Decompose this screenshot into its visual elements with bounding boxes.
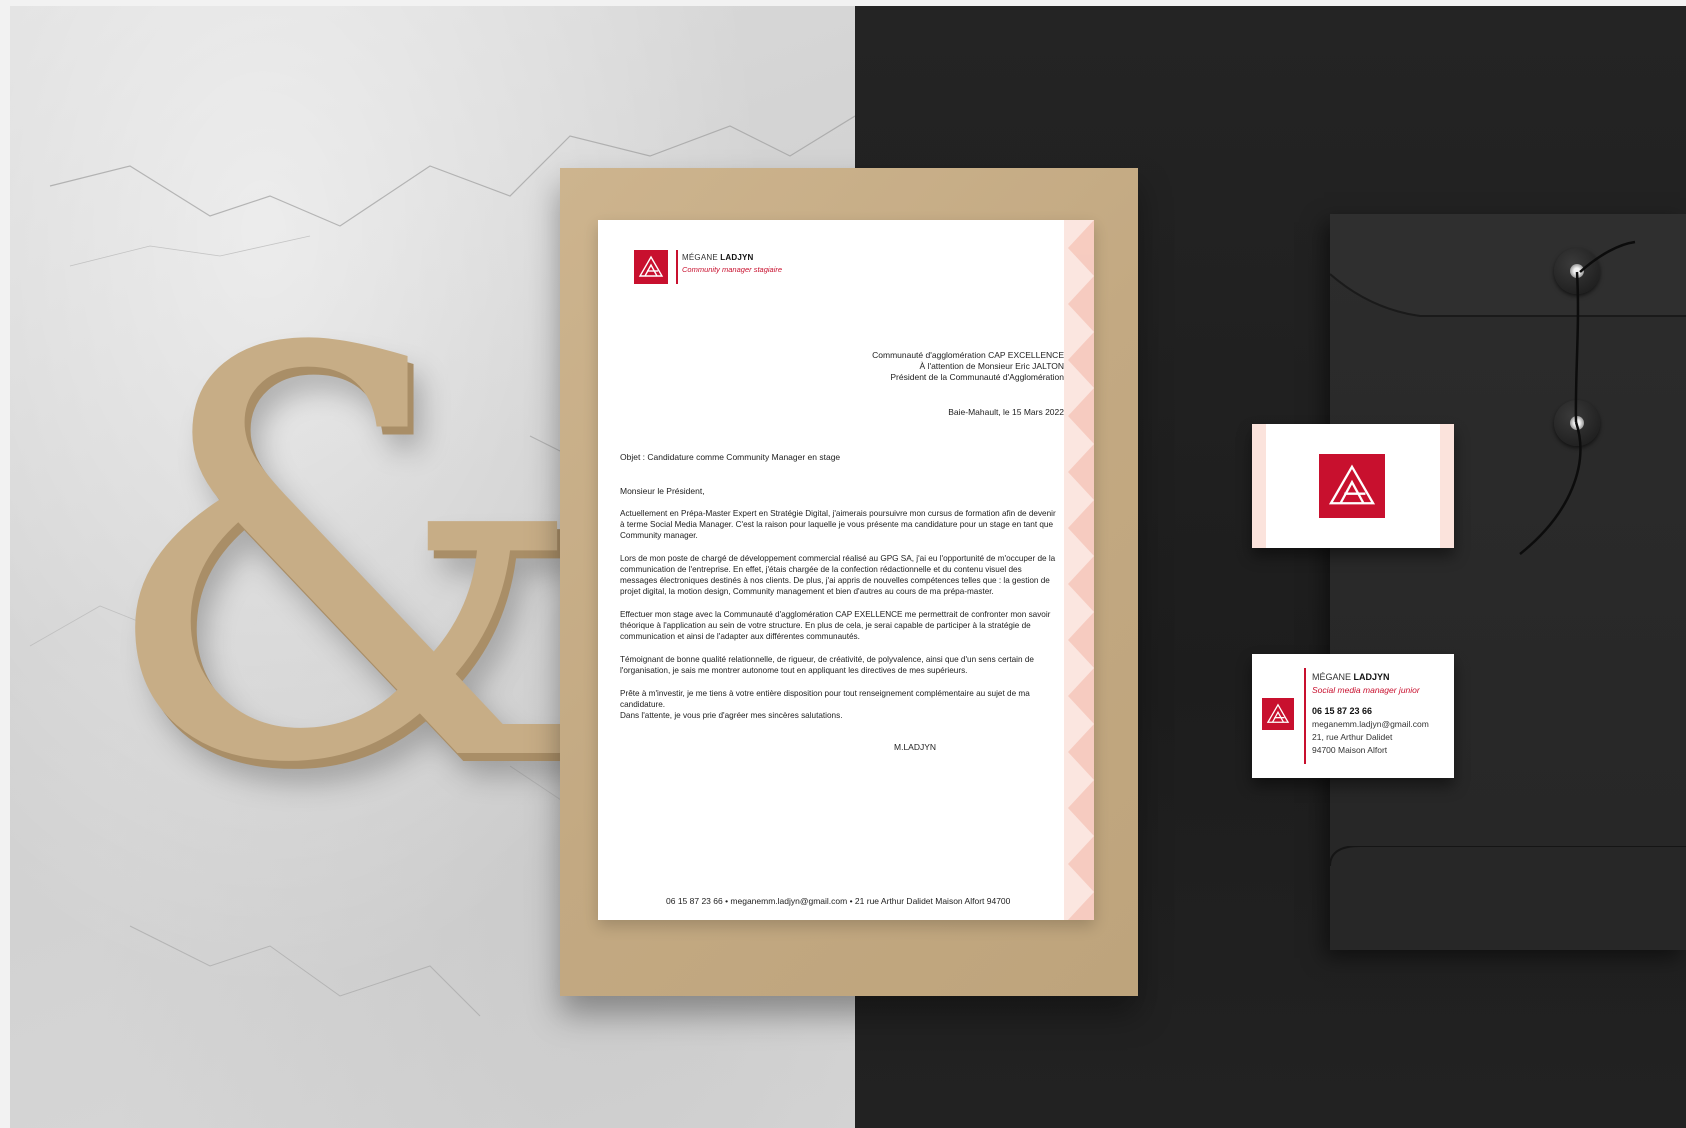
- brand-last-name: LADJYN: [720, 253, 754, 262]
- brand-name: MÉGANE LADJYN: [682, 253, 754, 262]
- triangle-monogram-logo: [1319, 454, 1385, 518]
- letter-body: Actuellement en Prépa-Master Expert en S…: [620, 508, 1060, 733]
- body-paragraph: Témoignant de bonne qualité relationnell…: [620, 655, 1034, 675]
- letter-object: Objet : Candidature comme Community Mana…: [620, 452, 841, 462]
- card-email: meganemm.ladjyn@gmail.com: [1312, 719, 1429, 729]
- card-name: MÉGANE LADJYN: [1312, 672, 1390, 682]
- address-line: À l'attention de Monsieur Eric JALTON: [919, 361, 1064, 371]
- ampersand-decor: &: [95, 234, 594, 886]
- brand-divider: [676, 250, 678, 284]
- card-street: 21, rue Arthur Dalidet: [1312, 732, 1393, 742]
- letter-date: Baie-Mahault, le 15 Mars 2022: [948, 407, 1064, 417]
- letter-signature: M.LADJYN: [894, 742, 937, 752]
- card-city: 94700 Maison Alfort: [1312, 745, 1388, 755]
- card-first-name: MÉGANE: [1312, 672, 1354, 682]
- envelope-string: [1519, 240, 1636, 555]
- triangle-pattern: [1068, 220, 1094, 920]
- triangle-monogram-logo: [1262, 698, 1294, 730]
- address-line: Communauté d'agglomération CAP EXCELLENC…: [872, 350, 1064, 360]
- card-phone: 06 15 87 23 66: [1312, 706, 1373, 716]
- cover-letter: MÉGANE LADJYN Community manager stagiair…: [598, 220, 1094, 920]
- body-paragraph: Effectuer mon stage avec la Communauté d…: [620, 610, 1051, 641]
- recipient-address: Communauté d'agglomération CAP EXCELLENC…: [764, 350, 1064, 383]
- body-paragraph: Actuellement en Prépa-Master Expert en S…: [620, 509, 1056, 540]
- triangle-monogram-logo: [634, 250, 668, 284]
- card-divider: [1304, 668, 1306, 764]
- body-paragraph: Lors de mon poste de chargé de développe…: [620, 554, 1056, 596]
- body-paragraph: Prête à m'investir, je me tiens à votre …: [620, 689, 1030, 709]
- card-pattern-right: [1440, 424, 1454, 548]
- brand-role: Community manager stagiaire: [682, 265, 783, 274]
- card-last-name: LADJYN: [1353, 672, 1390, 682]
- letter-footer: 06 15 87 23 66 • meganemm.ladjyn@gmail.c…: [666, 896, 1011, 906]
- black-envelope: [1330, 214, 1686, 950]
- address-line: Président de la Communauté d'Agglomérati…: [890, 372, 1064, 382]
- body-paragraph: Dans l'attente, je vous prie d'agréer me…: [620, 711, 843, 720]
- card-pattern-left: [1252, 424, 1266, 548]
- card-role: Social media manager junior: [1312, 685, 1420, 695]
- brand-first-name: MÉGANE: [682, 253, 721, 262]
- business-card-front: [1252, 424, 1454, 548]
- business-card-back: MÉGANE LADJYN Social media manager junio…: [1252, 654, 1454, 778]
- letter-salutation: Monsieur le Président,: [620, 486, 705, 496]
